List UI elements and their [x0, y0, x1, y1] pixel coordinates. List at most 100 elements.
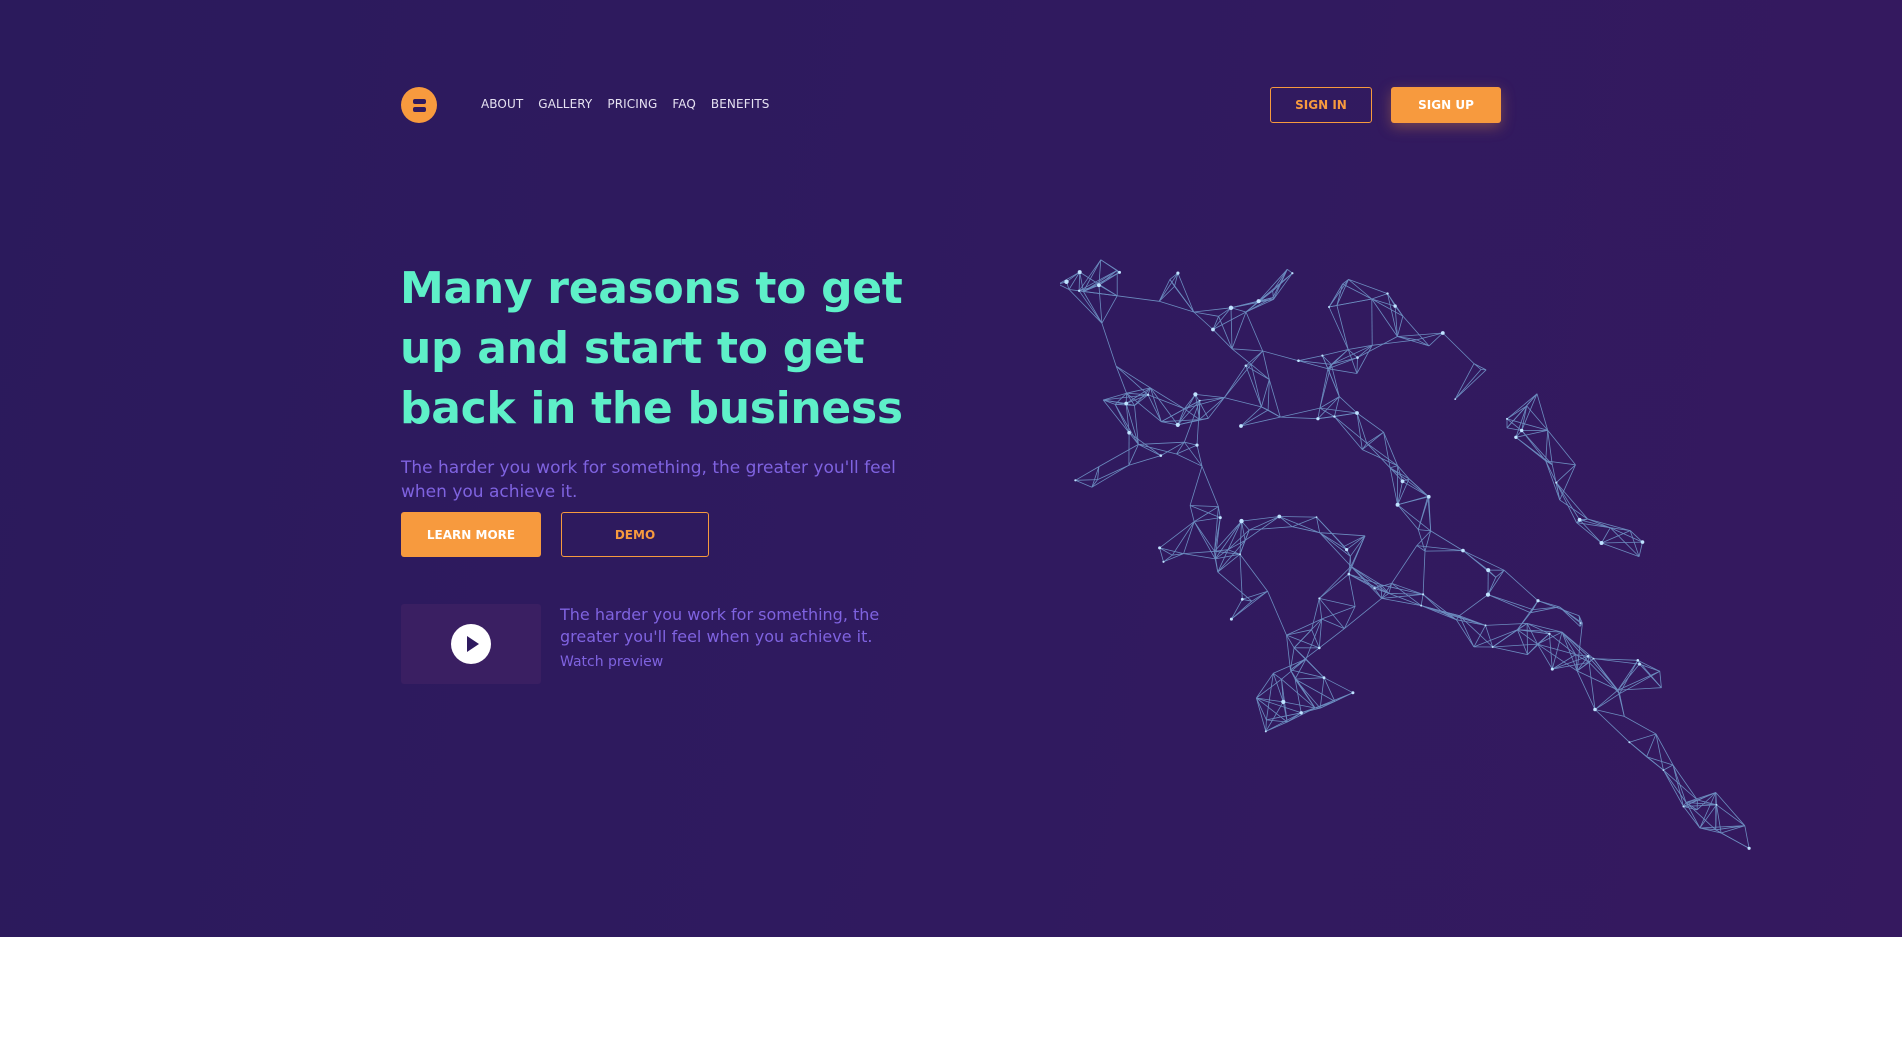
mesh-line: [1323, 677, 1354, 694]
mesh-node: [1074, 479, 1077, 482]
mesh-line: [1218, 316, 1233, 349]
preview-description: The harder you work for something, the g…: [560, 605, 880, 646]
mesh-node: [1485, 592, 1491, 597]
mesh-line: [1549, 633, 1553, 670]
mesh-node: [1097, 283, 1101, 288]
mesh-line: [1526, 623, 1538, 645]
learn-more-button[interactable]: LEARN MORE: [401, 512, 541, 557]
mesh-line: [1720, 832, 1750, 849]
sign-up-button[interactable]: SIGN UP: [1391, 87, 1501, 123]
mesh-node: [1422, 593, 1425, 596]
mesh-line: [1239, 553, 1268, 592]
nav-item-pricing[interactable]: PRICING: [607, 97, 657, 111]
mesh-line: [1617, 687, 1662, 691]
mesh-line: [1356, 345, 1373, 374]
mesh-line: [1629, 733, 1657, 743]
logo-bar-bottom: [412, 106, 426, 112]
mesh-node: [1316, 417, 1320, 421]
mesh-line: [1101, 295, 1118, 324]
mesh-line: [1231, 311, 1247, 349]
mesh-line: [1408, 478, 1430, 497]
mesh-line: [1454, 369, 1487, 400]
mesh-line: [1601, 542, 1640, 557]
mesh-line: [1177, 272, 1195, 313]
sign-in-button[interactable]: SIGN IN: [1270, 87, 1372, 123]
mesh-line: [1212, 311, 1247, 330]
mesh-line: [1334, 412, 1358, 417]
mesh-line: [1350, 535, 1366, 567]
watch-preview-link[interactable]: Watch preview: [560, 654, 663, 670]
mesh-line: [1230, 307, 1247, 313]
nav-item-benefits[interactable]: BENEFITS: [711, 97, 770, 111]
mesh-line: [1715, 792, 1746, 826]
mesh-line: [1555, 482, 1580, 521]
mesh-line: [1169, 279, 1195, 313]
mesh-node: [1420, 604, 1423, 607]
hero-headline: Many reasons to get up and start to get …: [400, 263, 903, 434]
mesh-line: [1150, 387, 1185, 410]
mesh-line: [1214, 506, 1219, 552]
mesh-node: [1244, 364, 1247, 367]
mesh-node: [1176, 271, 1180, 275]
mesh-line: [1245, 365, 1262, 408]
mesh-node: [1077, 289, 1081, 292]
logo-icon[interactable]: [401, 87, 437, 123]
mesh-line: [1158, 279, 1171, 302]
mesh-line: [1224, 397, 1262, 408]
mesh-line: [1594, 693, 1620, 710]
mesh-line: [1183, 521, 1195, 554]
mesh-node: [1427, 494, 1431, 499]
mesh-line: [1344, 535, 1366, 547]
mesh-node: [1118, 270, 1121, 274]
mesh-node: [1240, 597, 1244, 601]
mesh-node: [1322, 676, 1326, 680]
hero-section: ABOUT GALLERY PRICING FAQ BENEFITS SIGN …: [0, 0, 1902, 937]
mesh-line: [1207, 397, 1225, 419]
nav-item-faq[interactable]: FAQ: [672, 97, 696, 111]
mesh-line: [1371, 293, 1388, 300]
mesh-node: [1454, 398, 1457, 400]
mesh-node: [1175, 422, 1180, 427]
play-icon[interactable]: [451, 624, 491, 664]
mesh-line: [1587, 518, 1631, 531]
demo-button[interactable]: DEMO: [561, 512, 709, 557]
mesh-node: [1277, 514, 1282, 519]
mesh-line: [1159, 547, 1184, 554]
mesh-line: [1218, 506, 1221, 518]
mesh-line: [1294, 678, 1336, 702]
mesh-line: [1078, 290, 1103, 324]
mesh-line: [1066, 271, 1080, 283]
mesh-line: [1266, 673, 1274, 720]
mesh-node: [1506, 417, 1508, 420]
mesh-line: [1256, 697, 1302, 714]
mesh-line: [1115, 366, 1127, 394]
nav-item-about[interactable]: ABOUT: [481, 97, 523, 111]
mesh-line: [1240, 406, 1262, 427]
mesh-line: [1617, 663, 1640, 691]
mesh-line: [1659, 671, 1662, 688]
mesh-line: [1663, 764, 1674, 771]
mesh-line: [1646, 733, 1657, 757]
mesh-line: [1126, 392, 1162, 423]
mesh-line: [1212, 316, 1219, 330]
mesh-node: [1318, 646, 1321, 650]
mesh-line: [1100, 259, 1118, 271]
mesh-node: [1228, 305, 1234, 310]
mesh-line: [1294, 678, 1321, 709]
mesh-node: [1064, 279, 1069, 284]
mesh-node: [1577, 517, 1582, 522]
mesh-line: [1195, 394, 1225, 398]
mesh-line: [1638, 542, 1643, 557]
mesh-line: [1348, 574, 1356, 607]
mesh-line: [1391, 583, 1424, 595]
mesh-line: [1321, 618, 1345, 629]
mesh-line: [1336, 298, 1372, 306]
mesh-line: [1319, 677, 1325, 709]
nav-item-gallery[interactable]: GALLERY: [538, 97, 592, 111]
play-triangle: [467, 636, 479, 652]
video-preview-thumbnail[interactable]: [401, 604, 541, 684]
mesh-node: [1229, 617, 1233, 621]
mesh-line: [1593, 658, 1619, 691]
hero-subline: The harder you work for something, the g…: [401, 458, 896, 502]
mesh-node: [1281, 699, 1286, 704]
